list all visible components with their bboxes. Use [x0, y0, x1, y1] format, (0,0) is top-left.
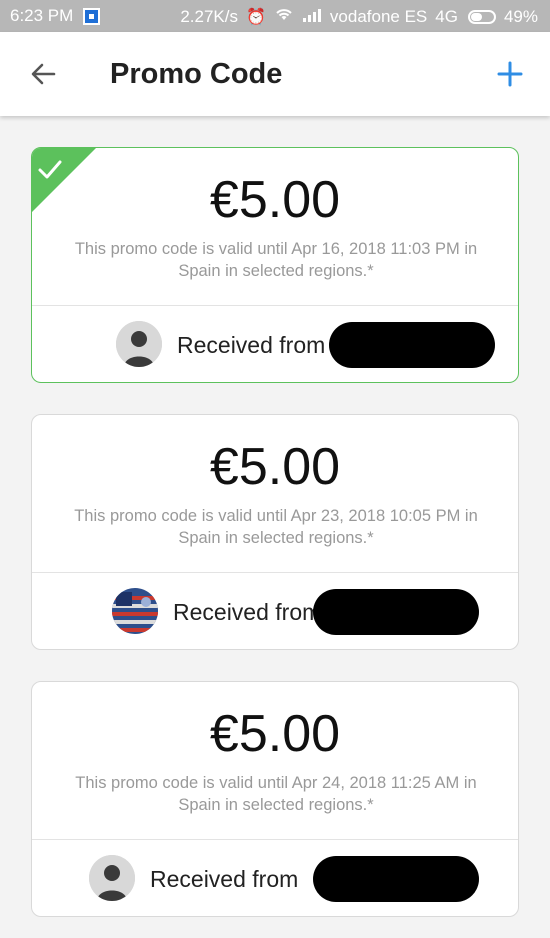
network-speed: 2.27K/s [180, 6, 238, 26]
promo-validity: This promo code is valid until Apr 16, 2… [74, 240, 478, 280]
received-from-row: Received from [32, 840, 518, 916]
status-left: 6:23 PM [10, 6, 101, 26]
promo-amount: €5.00 [209, 705, 341, 763]
battery-percent: 49% [503, 6, 538, 26]
promo-card[interactable]: €5.00 This promo code is valid until Apr… [31, 414, 519, 650]
network-type: 4G [435, 6, 458, 26]
promo-amount: €5.00 [209, 438, 341, 496]
received-from-label: Received from [173, 599, 322, 625]
arrow-left-icon [31, 63, 56, 85]
promo-amount: €5.00 [209, 171, 341, 229]
redacted-sender [313, 856, 479, 902]
user-icon [116, 321, 162, 367]
promo-validity: This promo code is valid until Apr 23, 2… [74, 507, 478, 547]
redacted-sender [329, 322, 495, 368]
avatar [112, 588, 158, 634]
promo-validity: This promo code is valid until Apr 24, 2… [75, 774, 477, 814]
avatar [89, 855, 135, 901]
flag-photo-icon [112, 588, 158, 634]
plus-icon [497, 61, 523, 87]
carrier-name: vodafone ES [329, 6, 428, 26]
app-bar: Promo Code [0, 32, 550, 116]
status-time: 6:23 PM [10, 6, 74, 25]
promo-card[interactable]: €5.00 This promo code is valid until Apr… [31, 147, 519, 383]
received-from-row: Received from [32, 573, 518, 649]
back-button[interactable] [26, 56, 62, 92]
wifi-icon [274, 6, 294, 27]
received-from-row: Received from [32, 306, 518, 382]
battery-icon [467, 9, 496, 24]
page-title: Promo Code [110, 58, 283, 90]
user-icon [89, 855, 135, 901]
status-bar: 6:23 PM 2.27K/s ⏰ vodafone ES 4G 49% [0, 0, 550, 32]
alarm-icon: ⏰ [246, 8, 266, 26]
promo-card[interactable]: €5.00 This promo code is valid until Apr… [31, 681, 519, 917]
received-from-label: Received from [177, 332, 326, 358]
signal-icon [302, 7, 322, 27]
status-right: 2.27K/s ⏰ vodafone ES 4G 49% [180, 6, 538, 27]
avatar [116, 321, 162, 367]
add-promo-button[interactable] [492, 56, 528, 92]
redacted-sender [313, 589, 479, 635]
notification-icon [83, 7, 101, 25]
received-from-label: Received from [150, 866, 299, 892]
